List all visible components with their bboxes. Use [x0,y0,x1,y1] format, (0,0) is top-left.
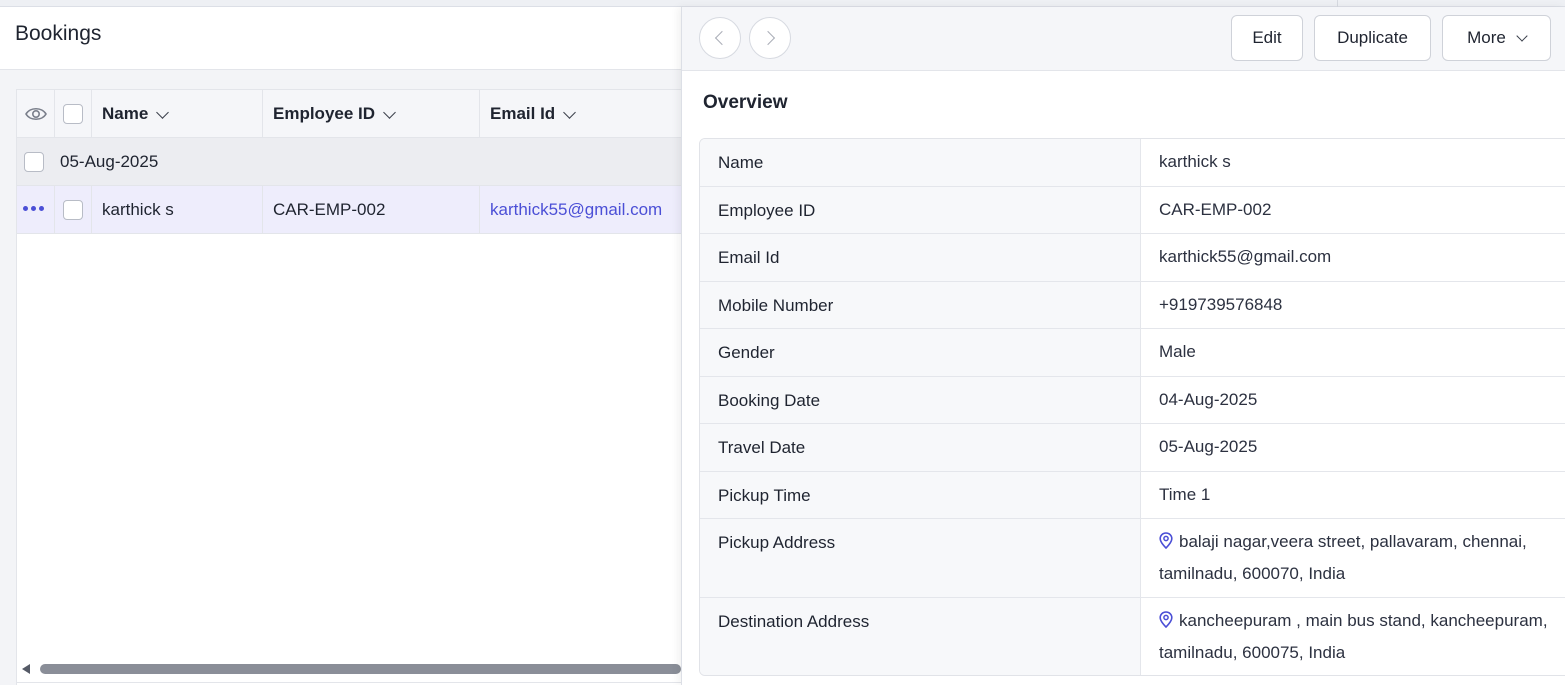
field-value: +919739576848 [1159,295,1283,314]
chevron-right-icon [760,30,776,46]
horizontal-scrollbar[interactable] [22,663,681,675]
row-select-cell [55,186,92,234]
detail-toolbar: Edit Duplicate More [682,7,1565,71]
bookings-table: Name Employee ID Email Id 05-Aug-2025 ka… [16,89,682,685]
more-button[interactable]: More [1442,15,1551,61]
column-label-employee-id: Employee ID [273,104,376,123]
group-label: 05-Aug-2025 [60,151,159,171]
duplicate-button[interactable]: Duplicate [1314,15,1431,61]
cell-name[interactable]: karthick s [92,186,263,234]
chevron-left-icon [714,30,730,46]
field-value: Male [1159,342,1196,361]
chevron-down-icon [563,105,577,119]
select-all-checkbox[interactable] [63,104,83,124]
location-pin-icon [1159,611,1173,628]
table-header: Name Employee ID Email Id [17,90,682,138]
address-value: balaji nagar,veera street, pallavaram, c… [1141,512,1565,590]
more-actions-icon[interactable] [23,206,44,211]
group-row: 05-Aug-2025 [17,138,682,186]
record-detail-panel: Edit Duplicate More Overview Name karthi… [681,7,1565,685]
row-checkbox[interactable] [63,200,83,220]
column-header-name[interactable]: Name [92,90,263,138]
eye-column [17,90,55,138]
field-label: Employee ID [700,187,1141,233]
row-actions-cell [17,186,55,234]
field-value: 04-Aug-2025 [1159,390,1258,409]
column-header-email[interactable]: Email Id [480,90,682,138]
field-label: Travel Date [700,424,1141,471]
field-label: Mobile Number [700,282,1141,328]
field-row: Destination Address kancheepuram , main … [700,598,1565,675]
scroll-left-icon[interactable] [22,664,30,674]
field-label: Booking Date [700,377,1141,423]
address-line-1: balaji nagar,veera street, pallavaram, c… [1179,532,1527,551]
bookings-list-view: Bookings Name Employee ID Email Id 05-Au… [0,7,682,685]
top-strip [0,0,1565,7]
overview-heading: Overview [703,92,788,113]
column-label-name: Name [102,104,149,123]
email-link[interactable]: karthick55@gmail.com [1141,227,1565,274]
chevron-down-icon [156,105,170,119]
field-label: Email Id [700,234,1141,281]
address-line-2: tamilnadu, 600070, India [1159,564,1346,583]
cell-employee-id[interactable]: CAR-EMP-002 [263,186,480,234]
edit-button[interactable]: Edit [1231,15,1303,61]
field-label: Name [700,139,1141,186]
scrollbar-thumb[interactable] [40,664,681,674]
group-checkbox[interactable] [24,151,44,172]
next-record-button[interactable] [749,17,791,59]
address-value: kancheepuram , main bus stand, kancheepu… [1141,591,1565,670]
address-line-1: kancheepuram , main bus stand, kancheepu… [1179,611,1548,630]
overview-table: Name karthick s Employee ID CAR-EMP-002 … [699,138,1565,676]
column-header-employee-id[interactable]: Employee ID [263,90,480,138]
cell-email[interactable]: karthick55@gmail.com [480,186,682,234]
chevron-down-icon [383,105,396,119]
field-value: 05-Aug-2025 [1159,437,1258,456]
select-all-column [55,90,92,138]
page-title: Bookings [15,22,102,45]
field-label: Pickup Address [700,519,1141,597]
field-row: Pickup Address balaji nagar,veera street… [700,519,1565,598]
list-header: Bookings [0,7,681,70]
field-value: karthick s [1159,152,1231,171]
more-button-label: More [1467,28,1506,47]
list-area: Name Employee ID Email Id 05-Aug-2025 ka… [0,70,682,685]
field-label: Destination Address [700,598,1141,675]
field-value: Time 1 [1159,485,1211,504]
address-line-2: tamilnadu, 600075, India [1159,643,1346,662]
table-row[interactable]: karthick s CAR-EMP-002 karthick55@gmail.… [17,186,682,234]
divider [16,682,681,683]
chevron-down-icon [1516,30,1528,42]
column-label-email: Email Id [490,104,556,123]
location-pin-icon [1159,532,1173,549]
field-value: CAR-EMP-002 [1159,200,1272,219]
previous-record-button[interactable] [699,17,741,59]
field-label: Pickup Time [700,472,1141,518]
field-label: Gender [700,329,1141,376]
